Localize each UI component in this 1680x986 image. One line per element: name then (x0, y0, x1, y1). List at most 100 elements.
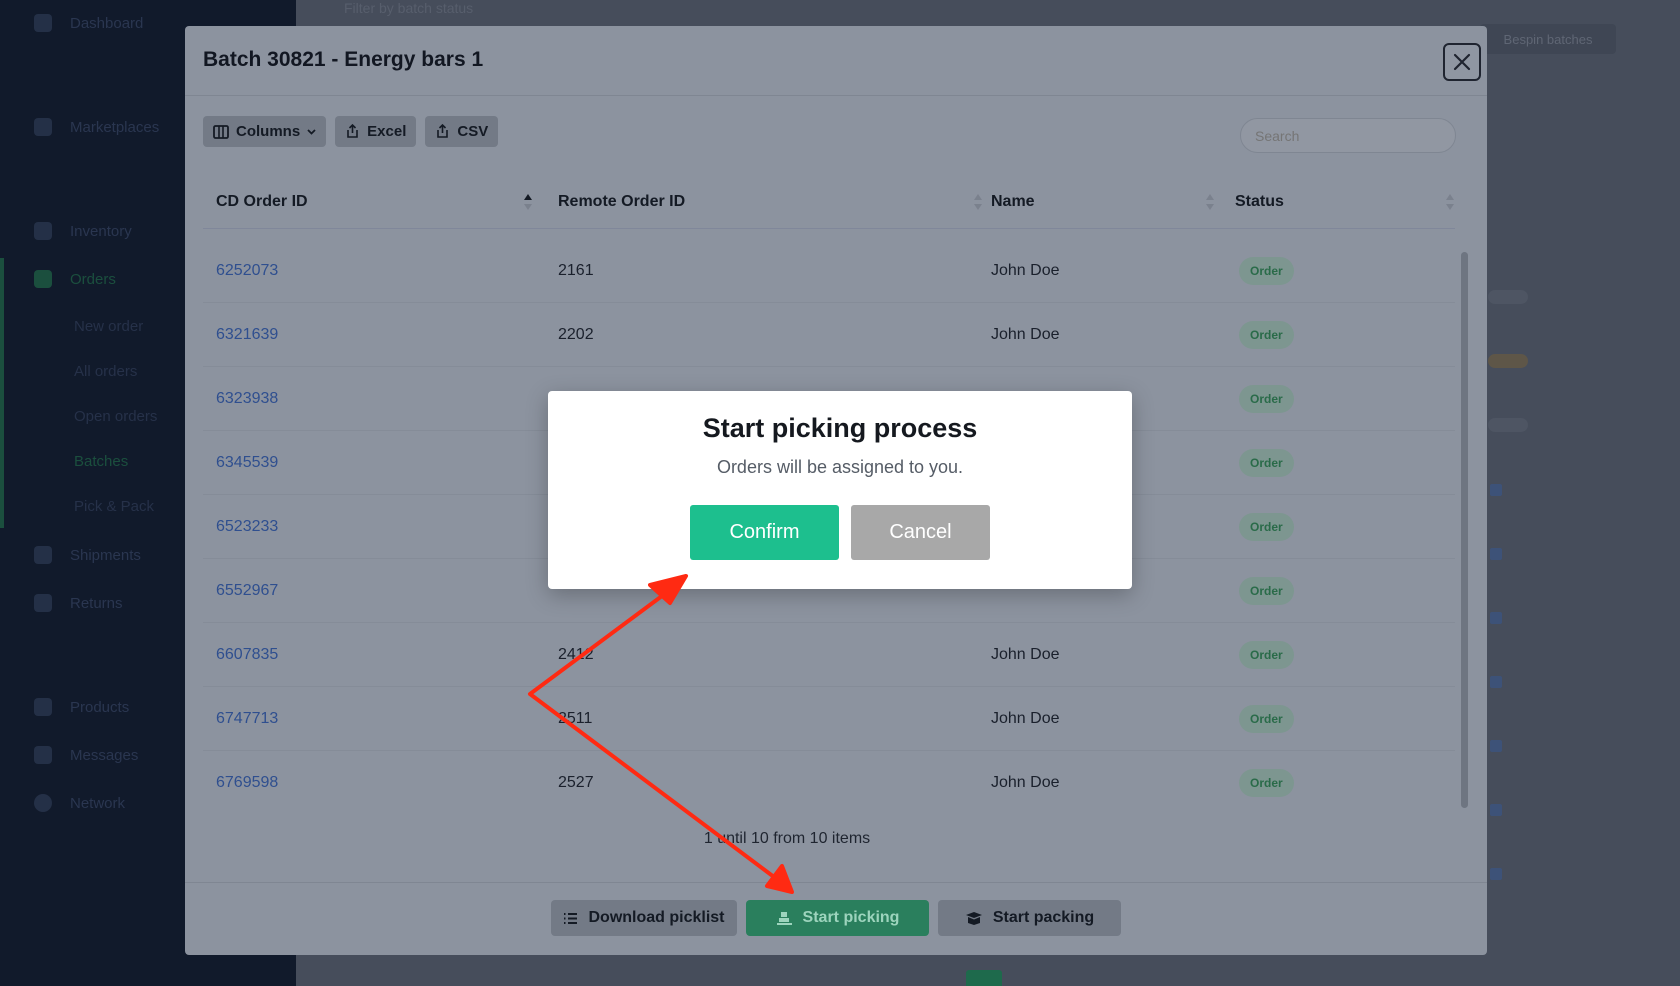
batch-status-filter[interactable]: Filter by batch status (344, 0, 473, 16)
close-button[interactable] (1443, 43, 1481, 81)
download-picklist-button[interactable]: Download picklist (551, 900, 737, 936)
products-icon (34, 698, 52, 716)
sidebar-subitem-new-order[interactable]: New order (74, 318, 143, 335)
sidebar-item-marketplaces[interactable]: Marketplaces (34, 118, 159, 136)
sort-icon[interactable] (1205, 193, 1215, 211)
table-header: CD Order ID Remote Order ID Name Status (203, 176, 1455, 228)
column-header-cd-order-id[interactable]: CD Order ID (216, 176, 308, 228)
pagination-info: 1 until 10 from 10 items (703, 830, 871, 847)
dashboard-icon (34, 14, 52, 32)
background-row-icon (1490, 804, 1502, 816)
sidebar-subitem-open-orders[interactable]: Open orders (74, 408, 157, 425)
background-badge (1488, 418, 1528, 432)
customer-name: John Doe (991, 262, 1060, 279)
modal-title: Batch 30821 - Energy bars 1 (203, 48, 484, 71)
remote-order-id: 2527 (558, 774, 594, 791)
csv-export-button[interactable]: CSV (425, 116, 499, 147)
messages-icon (34, 746, 52, 764)
start-picking-button[interactable]: Start picking (746, 900, 929, 936)
status-badge: Order (1239, 385, 1294, 413)
cd-order-id-link[interactable]: 6523233 (216, 495, 278, 559)
sidebar-item-network[interactable]: Network (34, 794, 125, 812)
cd-order-id-link[interactable]: 6769598 (216, 751, 278, 815)
excel-export-button[interactable]: Excel (335, 116, 417, 147)
customer-name: John Doe (991, 646, 1060, 663)
cd-order-id-link[interactable]: 6552967 (216, 559, 278, 623)
background-row-icon (1490, 548, 1502, 560)
inventory-icon (34, 222, 52, 240)
dolly-icon (776, 911, 792, 925)
modal-footer: Download picklist Start picking Start pa… (185, 882, 1487, 955)
background-row-icon (1490, 484, 1502, 496)
sidebar-item-products[interactable]: Products (34, 698, 129, 716)
sidebar-item-messages[interactable]: Messages (34, 746, 138, 764)
table-toolbar: Columns Excel CSV (203, 116, 499, 147)
column-header-remote-order-id[interactable]: Remote Order ID (558, 176, 685, 228)
columns-button[interactable]: Columns (203, 116, 327, 147)
confirm-button[interactable]: Confirm (690, 505, 839, 560)
background-badge (1488, 290, 1528, 304)
background-row-icon (1490, 612, 1502, 624)
sidebar-subitem-all-orders[interactable]: All orders (74, 363, 137, 380)
close-icon (1453, 53, 1471, 71)
cd-order-id-link[interactable]: 6252073 (216, 239, 278, 303)
column-header-name[interactable]: Name (991, 176, 1035, 228)
sidebar-subitem-batches[interactable]: Batches (74, 453, 128, 470)
sort-icon[interactable] (1445, 193, 1455, 211)
cd-order-id-link[interactable]: 6607835 (216, 623, 278, 687)
search-input[interactable] (1240, 118, 1456, 153)
start-packing-button[interactable]: Start packing (938, 900, 1121, 936)
customer-name: John Doe (991, 774, 1060, 791)
background-badge (1488, 354, 1528, 368)
background-row-icon (1490, 676, 1502, 688)
sidebar-item-returns[interactable]: Returns (34, 594, 123, 612)
column-header-status[interactable]: Status (1235, 176, 1284, 228)
status-badge: Order (1239, 577, 1294, 605)
table-row[interactable]: 6769598 2527 John Doe Order (203, 751, 1455, 815)
sidebar-active-indicator (0, 258, 4, 528)
chevron-down-icon (307, 128, 316, 135)
remote-order-id: 2161 (558, 262, 594, 279)
modal-header: Batch 30821 - Energy bars 1 (185, 26, 1487, 96)
table-scrollbar[interactable] (1461, 252, 1468, 808)
network-icon (34, 794, 52, 812)
cd-order-id-link[interactable]: 6321639 (216, 303, 278, 367)
sort-icon[interactable] (523, 193, 533, 211)
table-row[interactable]: 6252073 2161 John Doe Order (203, 239, 1455, 303)
sidebar-item-shipments[interactable]: Shipments (34, 546, 141, 564)
status-badge: Order (1239, 513, 1294, 541)
status-badge: Order (1239, 641, 1294, 669)
remote-order-id: 2511 (558, 710, 593, 727)
background-row-icon (1490, 740, 1502, 752)
status-badge: Order (1239, 769, 1294, 797)
customer-name: John Doe (991, 326, 1060, 343)
cd-order-id-link[interactable]: 6323938 (216, 367, 278, 431)
columns-icon (213, 124, 229, 139)
dialog-message: Orders will be assigned to you. (716, 457, 964, 477)
table-row[interactable]: 6607835 2412 John Doe Order (203, 623, 1455, 687)
status-badge: Order (1239, 257, 1294, 285)
cd-order-id-link[interactable]: 6747713 (216, 687, 278, 751)
cd-order-id-link[interactable]: 6345539 (216, 431, 278, 495)
background-green-button (966, 970, 1002, 986)
cancel-button[interactable]: Cancel (851, 505, 990, 560)
customer-name: John Doe (991, 710, 1060, 727)
sidebar-item-inventory[interactable]: Inventory (34, 222, 132, 240)
returns-icon (34, 594, 52, 612)
background-action-button[interactable]: Bespin batches (1480, 24, 1616, 54)
background-row-icon (1490, 868, 1502, 880)
sidebar-item-orders[interactable]: Orders (34, 270, 116, 288)
sort-icon[interactable] (973, 193, 983, 211)
orders-icon (34, 270, 52, 288)
list-icon (564, 912, 578, 924)
cart-icon (34, 118, 52, 136)
confirm-dialog: Start picking process Orders will be ass… (548, 391, 1132, 589)
status-badge: Order (1239, 705, 1294, 733)
box-icon (965, 912, 982, 925)
sidebar-subitem-pick-pack[interactable]: Pick & Pack (74, 498, 154, 515)
table-row[interactable]: 6747713 2511 John Doe Order (203, 687, 1455, 751)
table-row[interactable]: 6321639 2202 John Doe Order (203, 303, 1455, 367)
export-icon (437, 124, 449, 138)
shipments-icon (34, 546, 52, 564)
sidebar-item-dashboard[interactable]: Dashboard (34, 14, 143, 32)
